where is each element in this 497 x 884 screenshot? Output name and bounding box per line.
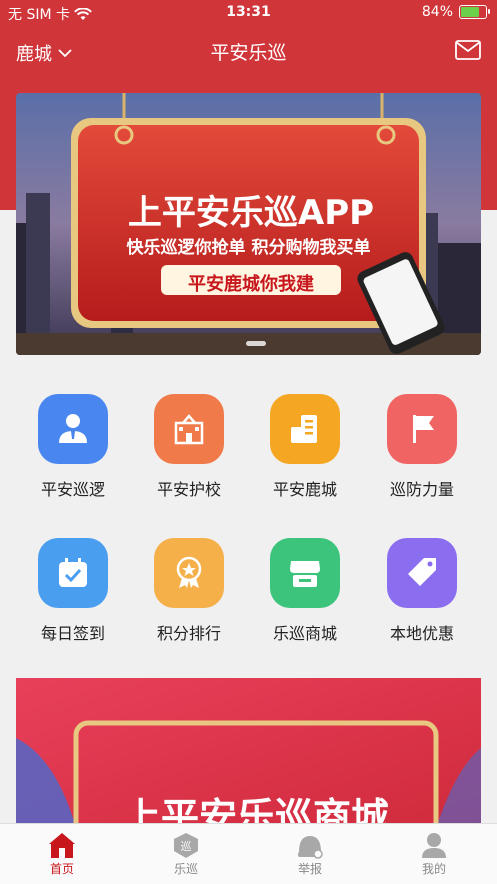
tab-label: 举报: [297, 862, 322, 876]
school-icon: [154, 394, 224, 464]
feature-shop[interactable]: 乐巡商城: [250, 538, 360, 644]
battery-icon: [459, 5, 490, 19]
svg-text:巡: 巡: [181, 840, 192, 853]
home-icon: [22, 830, 102, 860]
patrol-badge-icon: 巡: [146, 830, 226, 860]
feature-label: 平安鹿城: [272, 480, 337, 499]
shop-icon: [270, 538, 340, 608]
status-bar: 无 SIM 卡 13:31 84%: [0, 0, 497, 26]
banner-carousel[interactable]: 上平安乐巡APP 快乐巡逻你抢单 积分购物我买单 平安鹿城你我建: [16, 93, 481, 355]
flag-icon: [387, 394, 457, 464]
mail-icon: [455, 40, 481, 60]
feature-label: 平安护校: [156, 480, 221, 499]
feature-school[interactable]: 平安护校: [134, 394, 244, 500]
mail-button[interactable]: [455, 40, 481, 64]
banner-headline: 上平安乐巡APP: [127, 193, 375, 233]
feature-calendar-check[interactable]: 每日签到: [18, 538, 128, 644]
tag-icon: [387, 538, 457, 608]
tab-report[interactable]: 举报: [270, 830, 350, 877]
tab-label: 首页: [49, 862, 74, 876]
tab-home[interactable]: 首页: [22, 830, 102, 877]
patrol-person-icon: [38, 394, 108, 464]
tab-label: 乐巡: [173, 862, 198, 876]
promo-headline: 上平安乐巡商城: [122, 795, 389, 828]
feature-award[interactable]: 积分排行: [134, 538, 244, 644]
nav-bar: 鹿城 平安乐巡: [0, 26, 497, 74]
award-icon: [154, 538, 224, 608]
profile-icon: [394, 830, 474, 860]
feature-label: 本地优惠: [389, 624, 454, 643]
battery-percent: 84%: [421, 4, 453, 20]
feature-label: 平安巡逻: [40, 480, 105, 499]
banner-subline: 快乐巡逻你抢单 积分购物我买单: [126, 238, 371, 258]
feature-tag[interactable]: 本地优惠: [367, 538, 477, 644]
report-icon: [270, 830, 350, 860]
tab-label: 我的: [421, 862, 446, 876]
banner-tagline: 平安鹿城你我建: [188, 274, 314, 295]
tab-profile[interactable]: 我的: [394, 830, 474, 877]
feature-city-building[interactable]: 平安鹿城: [250, 394, 360, 500]
feature-patrol-person[interactable]: 平安巡逻: [18, 394, 128, 500]
calendar-check-icon: [38, 538, 108, 608]
mall-promo-banner[interactable]: 上平安乐巡商城: [16, 678, 481, 828]
page-title: 平安乐巡: [210, 42, 287, 64]
feature-label: 巡防力量: [389, 480, 454, 499]
tab-patrol-badge[interactable]: 巡乐巡: [146, 830, 226, 877]
feature-label: 乐巡商城: [272, 624, 337, 643]
feature-flag[interactable]: 巡防力量: [367, 394, 477, 500]
tab-bar: 首页巡乐巡 举报 我的: [0, 823, 497, 884]
feature-label: 每日签到: [40, 624, 105, 643]
city-building-icon: [270, 394, 340, 464]
feature-label: 积分排行: [156, 624, 221, 643]
